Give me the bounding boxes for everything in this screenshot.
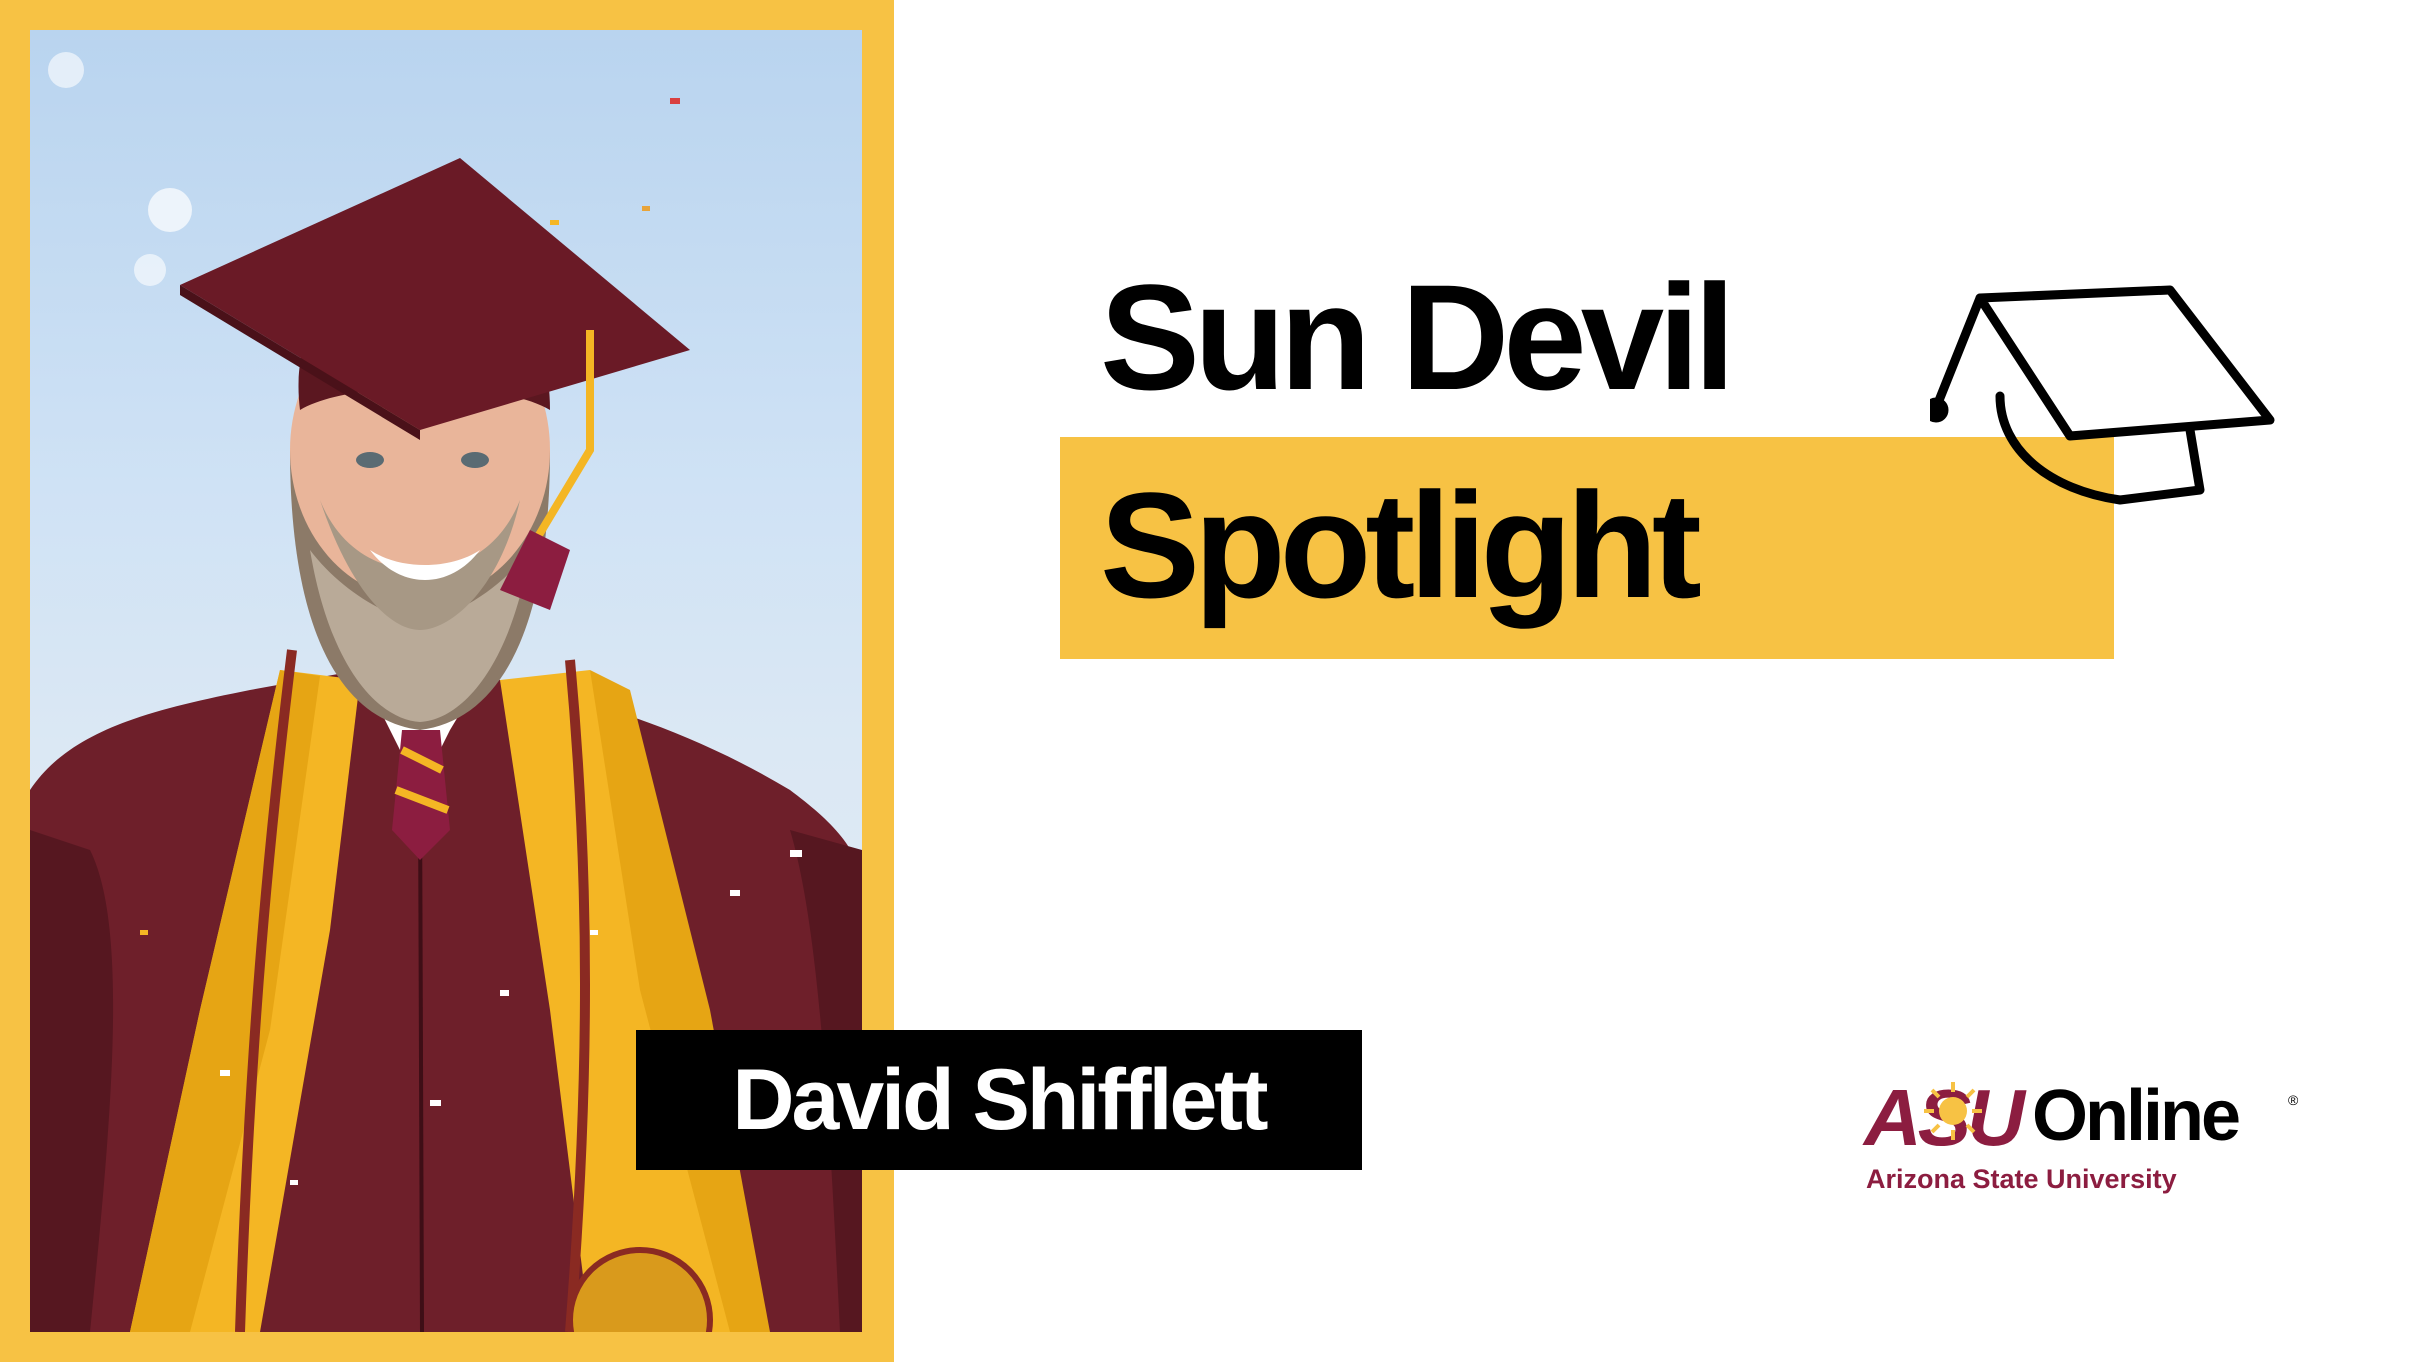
- name-badge: David Shifflett: [636, 1030, 1362, 1170]
- title-line-1: Sun Devil: [1100, 253, 1735, 421]
- sunburst-icon: [1924, 1082, 1982, 1140]
- logo-product: Online: [2032, 1076, 2241, 1156]
- logo-registered: ®: [2288, 1092, 2299, 1108]
- logo-subtitle: Arizona State University: [1866, 1164, 2177, 1194]
- graduate-name: David Shifflett: [732, 1051, 1268, 1148]
- graduation-cap-icon: [1930, 285, 2275, 505]
- asu-online-logo: ASU Online ® Arizona State University: [1864, 1074, 2304, 1204]
- title-line-2: Spotlight: [1100, 461, 1702, 629]
